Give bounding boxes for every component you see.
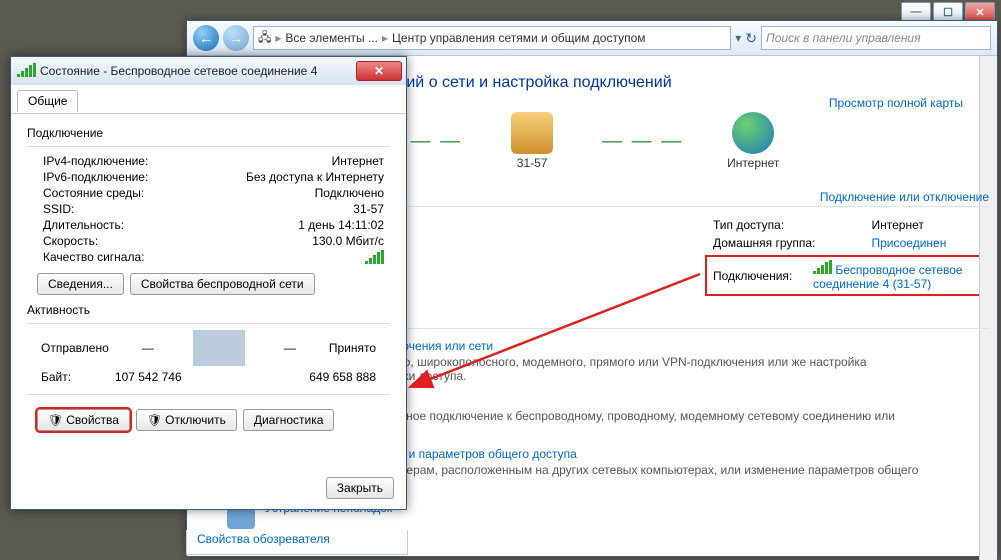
navigation-bar: ← → 🖧 ▸ Все элементы ... ▸ Центр управле… (187, 21, 997, 56)
signal-icon (813, 260, 832, 274)
kv-value: Без доступа к Интернету (246, 170, 384, 184)
globe-icon (732, 112, 774, 154)
prop-key: Подключения: (709, 259, 807, 292)
bytes-label: Байт: (41, 370, 71, 384)
network-properties: Тип доступа: Интернет Домашняя группа: П… (705, 213, 989, 259)
dropdown-icon[interactable]: ▾ (735, 31, 741, 45)
breadcrumb-icon: 🖧 (258, 28, 271, 49)
refresh-button[interactable]: ↻ (745, 30, 757, 47)
prop-value: Интернет (868, 217, 986, 233)
group-connection: Подключение (27, 126, 390, 140)
address-bar[interactable]: 🖧 ▸ Все элементы ... ▸ Центр управления … (253, 26, 731, 50)
kv-value: 31-57 (353, 202, 384, 216)
properties-button[interactable]: 🛡Свойства (37, 409, 130, 431)
node-router: 31-57 (472, 112, 592, 170)
dialog-body: Подключение IPv4-подключение: Интернет IP… (11, 114, 406, 445)
diagnose-button[interactable]: Диагностика (243, 409, 335, 431)
kv-key: Скорость: (43, 234, 98, 248)
kv-value: Интернет (332, 154, 384, 168)
full-map-link[interactable]: Просмотр полной карты (829, 96, 963, 110)
breadcrumb-2[interactable]: Центр управления сетями и общим доступом (392, 31, 646, 45)
homegroup-link[interactable]: Присоединен (872, 236, 947, 250)
search-placeholder: Поиск в панели управления (766, 31, 921, 45)
signal-icon (365, 250, 384, 264)
kv-key: Длительность: (43, 218, 124, 232)
bytes-sent: 107 542 746 (115, 370, 182, 384)
node-internet: Интернет (693, 112, 813, 170)
details-button[interactable]: Сведения... (37, 273, 124, 295)
breadcrumb-1[interactable]: Все элементы ... (285, 31, 378, 45)
dialog-close-button[interactable]: ✕ (356, 61, 402, 81)
tab-strip: Общие (11, 85, 406, 114)
kv-key: SSID: (43, 202, 74, 216)
group-activity: Активность (27, 303, 390, 317)
connect-disconnect-link[interactable]: Подключение или отключение (820, 190, 989, 204)
signal-icon (17, 63, 36, 80)
nav-forward-button[interactable]: → (223, 25, 249, 51)
sidebar-link-browser-properties[interactable]: Свойства обозревателя (186, 530, 408, 555)
maximize-button[interactable]: ☐ (933, 2, 963, 22)
prop-key: Тип доступа: (709, 217, 866, 233)
dialog-titlebar[interactable]: Состояние - Беспроводное сетевое соедине… (11, 57, 406, 85)
activity-icon (193, 330, 245, 366)
nav-back-button[interactable]: ← (193, 25, 219, 51)
dialog-title: Состояние - Беспроводное сетевое соедине… (40, 64, 317, 78)
recv-label: Принято (329, 341, 376, 355)
connection-highlight: Подключения: Беспроводное сетевое соедин… (705, 255, 989, 296)
shield-icon: 🛡 (48, 413, 63, 427)
kv-key: Состояние среды: (43, 186, 144, 200)
wireless-properties-button[interactable]: Свойства беспроводной сети (130, 273, 315, 295)
close-button[interactable]: Закрыть (326, 477, 394, 499)
tab-general[interactable]: Общие (17, 90, 78, 112)
desktop-window-buttons: — ☐ ✕ (0, 0, 1001, 18)
kv-key: Качество сигнала: (43, 250, 144, 264)
house-icon (511, 112, 553, 154)
close-button[interactable]: ✕ (965, 2, 995, 22)
disable-button[interactable]: 🛡Отключить (136, 409, 237, 431)
shield-icon: 🛡 (147, 413, 162, 427)
connection-link[interactable]: Беспроводное сетевое соединение 4 (31-57… (813, 263, 963, 291)
status-dialog: Состояние - Беспроводное сетевое соедине… (10, 56, 407, 510)
link-line-icon: — — — (602, 135, 683, 147)
activity-row: Отправлено — — Принято (27, 330, 390, 366)
bytes-recv: 649 658 888 (309, 370, 376, 384)
kv-value: 130.0 Мбит/c (312, 234, 384, 248)
minimize-button[interactable]: — (901, 2, 931, 22)
prop-key: Домашняя группа: (709, 235, 866, 251)
node-label: 31-57 (517, 156, 548, 170)
sent-label: Отправлено (41, 341, 109, 355)
kv-value: Подключено (315, 186, 384, 200)
scrollbar[interactable] (979, 56, 997, 560)
kv-key: IPv4-подключение: (43, 154, 148, 168)
kv-value: 1 день 14:11:02 (298, 218, 384, 232)
node-label: Интернет (727, 156, 779, 170)
search-input[interactable]: Поиск в панели управления (761, 26, 991, 50)
kv-key: IPv6-подключение: (43, 170, 148, 184)
